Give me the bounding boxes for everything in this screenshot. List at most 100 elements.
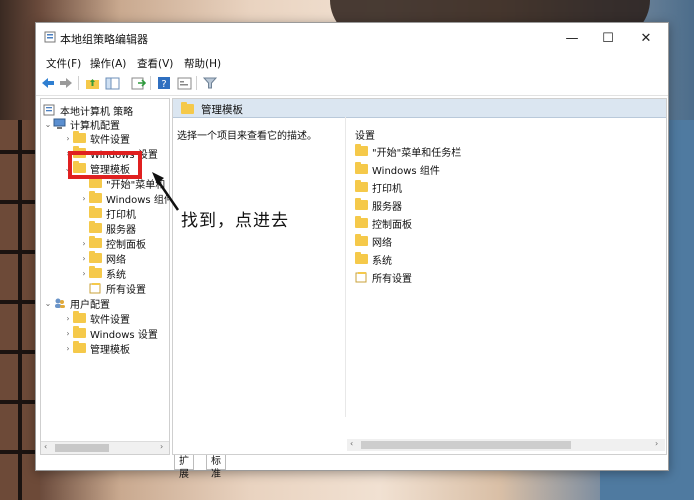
background-window-grid — [0, 120, 40, 500]
tree-node-system[interactable]: › 系统 — [79, 266, 126, 281]
policy-app-icon — [44, 31, 56, 43]
list-item-all-settings[interactable]: 所有设置 — [355, 270, 412, 285]
tree-label-user-config: 用户配置 — [70, 299, 110, 311]
scroll-left-icon[interactable]: ‹ — [350, 439, 353, 448]
list-item-control-panel[interactable]: 控制面板 — [355, 216, 412, 231]
back-button[interactable] — [40, 75, 56, 91]
tree-label-user-admin-templates: 管理模板 — [90, 344, 130, 356]
expand-chevron-icon[interactable]: › — [79, 239, 89, 248]
tree-node-software-settings[interactable]: › 软件设置 — [63, 131, 130, 146]
expand-chevron-icon[interactable]: › — [63, 344, 73, 353]
pane-header: 管理模板 — [173, 99, 666, 118]
help-button[interactable]: ? — [156, 75, 172, 91]
tree-node-network[interactable]: › 网络 — [79, 251, 126, 266]
menu-view[interactable]: 查看(V) — [137, 56, 173, 71]
tree-node-computer-config[interactable]: ⌄ 计算机配置 — [43, 117, 120, 132]
up-folder-button[interactable] — [84, 75, 100, 91]
collapse-chevron-icon[interactable]: ⌄ — [43, 120, 53, 129]
tree-node-servers[interactable]: 服务器 — [79, 221, 136, 236]
expand-chevron-icon[interactable]: › — [79, 254, 89, 263]
toolbar: ? — [36, 71, 668, 96]
folder-icon — [355, 198, 368, 210]
list-header-settings[interactable]: 设置 — [355, 127, 375, 142]
folder-icon — [89, 206, 102, 218]
menu-file[interactable]: 文件(F) — [46, 56, 81, 71]
list-item-start-menu[interactable]: "开始"菜单和任务栏 — [355, 144, 461, 159]
tree-horizontal-scrollbar[interactable]: ‹ › — [41, 441, 169, 454]
pane-divider[interactable] — [345, 117, 346, 417]
back-arrow-icon — [42, 78, 54, 88]
folder-icon — [89, 176, 102, 188]
gpedit-window: 本地组策略编辑器 — ☐ ✕ 文件(F) 操作(A) 查看(V) 帮助(H) ? — [35, 22, 669, 480]
menu-help[interactable]: 帮助(H) — [184, 56, 221, 71]
folder-icon — [89, 236, 102, 248]
scroll-thumb[interactable] — [361, 441, 571, 449]
show-hide-tree-button[interactable] — [104, 75, 120, 91]
folder-icon — [73, 326, 86, 338]
scroll-left-icon[interactable]: ‹ — [44, 442, 47, 451]
close-icon: ✕ — [640, 30, 652, 46]
expand-chevron-icon[interactable]: › — [63, 134, 73, 143]
list-item-printers[interactable]: 打印机 — [355, 180, 402, 195]
tree-label-printers: 打印机 — [106, 209, 136, 221]
menu-action[interactable]: 操作(A) — [90, 56, 126, 71]
list-item-windows-components[interactable]: Windows 组件 — [355, 162, 440, 177]
list-item-servers[interactable]: 服务器 — [355, 198, 402, 213]
folder-icon — [73, 311, 86, 323]
tree-label-computer-config: 计算机配置 — [70, 120, 120, 132]
expand-chevron-icon[interactable]: › — [63, 314, 73, 323]
all-settings-icon — [355, 272, 367, 283]
tab-extended[interactable]: 扩展 — [174, 455, 194, 480]
pane-horizontal-scrollbar[interactable]: ‹ › — [347, 439, 665, 451]
tree-node-user-software-settings[interactable]: › 软件设置 — [63, 311, 130, 326]
properties-button[interactable] — [176, 75, 192, 91]
properties-icon — [177, 77, 191, 89]
export-list-button[interactable] — [130, 75, 146, 91]
filter-button[interactable] — [202, 75, 218, 91]
tree-label-user-windows-settings: Windows 设置 — [90, 329, 158, 341]
tree-node-user-config[interactable]: ⌄ 用户配置 — [43, 296, 110, 311]
toolbar-separator — [150, 76, 151, 90]
details-pane: 管理模板 选择一个项目来查看它的描述。 设置 "开始"菜单和任务栏 Window… — [172, 98, 667, 455]
tree-label-user-software-settings: 软件设置 — [90, 314, 130, 326]
tree-node-control-panel[interactable]: › 控制面板 — [79, 236, 146, 251]
tree-label-system: 系统 — [106, 269, 126, 281]
tree-node-user-windows-settings[interactable]: › Windows 设置 — [63, 326, 158, 341]
tree-label-control-panel: 控制面板 — [106, 239, 146, 251]
user-icon — [55, 298, 65, 308]
collapse-chevron-icon[interactable]: ⌄ — [43, 299, 53, 308]
forward-button[interactable] — [58, 75, 74, 91]
title-bar[interactable]: 本地组策略编辑器 — ☐ ✕ — [36, 23, 668, 53]
expand-chevron-icon[interactable]: › — [63, 329, 73, 338]
folder-icon — [355, 162, 368, 174]
folder-icon — [89, 221, 102, 233]
folder-icon — [89, 191, 102, 203]
tree-node-printers[interactable]: 打印机 — [79, 206, 136, 221]
menu-bar: 文件(F) 操作(A) 查看(V) 帮助(H) — [36, 53, 668, 71]
computer-icon — [53, 118, 66, 129]
folder-icon — [73, 341, 86, 353]
toolbar-separator — [196, 76, 197, 90]
tree-node-user-admin-templates[interactable]: › 管理模板 — [63, 341, 130, 356]
tab-standard[interactable]: 标准 — [206, 455, 226, 480]
scroll-thumb[interactable] — [55, 444, 109, 452]
tree-node-root[interactable]: 本地计算机 策略 — [43, 103, 133, 118]
scroll-right-icon[interactable]: › — [655, 439, 658, 448]
folder-icon — [89, 266, 102, 278]
list-item-network[interactable]: 网络 — [355, 234, 392, 249]
list-item-system[interactable]: 系统 — [355, 252, 392, 267]
scroll-right-icon[interactable]: › — [160, 442, 163, 451]
minimize-button[interactable]: — — [554, 27, 590, 49]
expand-chevron-icon[interactable]: › — [79, 269, 89, 278]
close-button[interactable]: ✕ — [628, 27, 664, 49]
description-text: 选择一个项目来查看它的描述。 — [177, 131, 317, 142]
folder-icon — [355, 180, 368, 192]
annotation-text: 找到，点进去 — [181, 211, 289, 231]
folder-icon — [355, 216, 368, 228]
forward-arrow-icon — [60, 78, 72, 88]
tree-node-all-settings[interactable]: 所有设置 — [79, 281, 146, 296]
maximize-button[interactable]: ☐ — [590, 27, 626, 49]
tree-label-network: 网络 — [106, 254, 126, 266]
expand-chevron-icon[interactable]: › — [79, 194, 89, 203]
tree-label-servers: 服务器 — [106, 224, 136, 236]
